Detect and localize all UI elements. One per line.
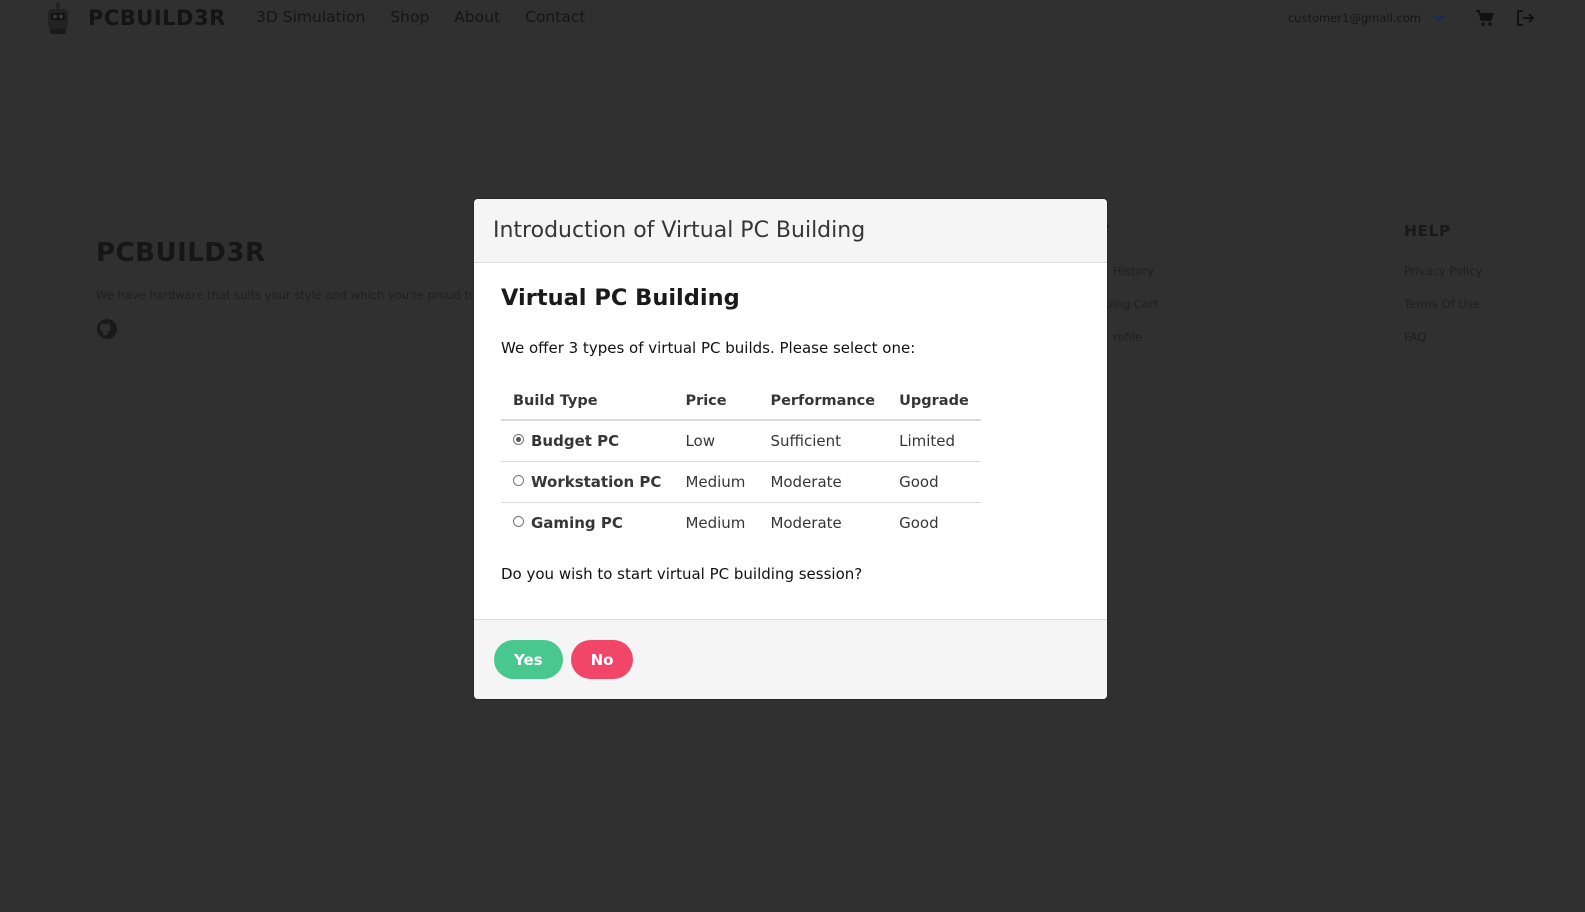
table-header-row: Build Type Price Performance Upgrade [501,383,981,421]
radio-workstation-pc[interactable] [513,475,524,486]
content-heading: Virtual PC Building [501,285,740,311]
column-header-performance: Performance [758,383,888,421]
github-icon[interactable] [96,318,118,340]
column-header-upgrade: Upgrade [887,383,981,421]
footer-link-profile[interactable]: rofile [1113,330,1158,344]
logout-icon[interactable] [1515,8,1535,28]
upgrade-cell: Good [899,514,939,532]
brand-name: PCBUILD3R [88,6,226,30]
footer-brand: PCBUILD3R [96,238,266,268]
navbar: PCBUILD3R 3D Simulation Shop About Conta… [0,0,1585,40]
build-type-cell[interactable]: Gaming PC [501,503,673,544]
upgrade-cell: Good [887,461,981,503]
footer-link-faq[interactable]: FAQ [1404,330,1482,344]
radio-budget-pc[interactable] [513,434,524,445]
user-email-dropdown[interactable]: customer1@gmail.com [1288,11,1421,25]
performance-cell: Sufficient [758,420,888,462]
footer-link-privacy-policy[interactable]: Privacy Policy [1404,264,1482,278]
nav-link-contact[interactable]: Contact [525,8,585,26]
modal-body: Virtual PC Building We offer 3 types of … [474,263,1107,597]
performance-cell: Moderate [758,461,888,503]
table-row[interactable]: Gaming PC Medium Moderate Good [501,503,981,544]
build-type-label: Budget PC [531,432,620,450]
nav-links: 3D Simulation Shop About Contact [256,8,585,26]
yes-button[interactable]: Yes [494,640,563,679]
build-type-cell[interactable]: Workstation PC [501,461,674,503]
modal-title: Introduction of Virtual PC Building [493,218,866,243]
build-type-cell[interactable]: Budget PC [501,420,674,462]
price-cell: Low [673,420,759,462]
chevron-down-icon[interactable] [1431,12,1447,24]
nav-right: customer1@gmail.com [1288,8,1535,28]
modal-header: Introduction of Virtual PC Building [474,199,1107,263]
table-row[interactable]: Budget PC Low Sufficient Limited [501,420,981,462]
robot-logo-icon [48,3,68,34]
no-button[interactable]: No [570,640,634,679]
nav-link-3d-simulation[interactable]: 3D Simulation [256,8,365,26]
price-cell: Medium [673,461,759,503]
radio-gaming-pc[interactable] [513,516,524,527]
build-type-label: Gaming PC [531,514,623,532]
nav-link-about[interactable]: About [454,8,500,26]
footer-help-heading: HELP [1404,222,1451,240]
footer-link-order-history[interactable]: History [1113,264,1158,278]
intro-modal: Introduction of Virtual PC Building Virt… [474,199,1107,699]
build-type-table: Build Type Price Performance Upgrade Bud… [501,383,981,543]
upgrade-cell: Limited [887,420,981,462]
table-row[interactable]: Workstation PC Medium Moderate Good [501,461,981,503]
start-session-question: Do you wish to start virtual PC building… [501,565,863,583]
intro-text: We offer 3 types of virtual PC builds. P… [501,339,916,357]
price-cell: Medium [685,514,746,532]
footer-tagline: We have hardware that suits your style a… [96,288,477,302]
footer-link-terms-of-use[interactable]: Terms Of Use [1404,297,1482,311]
build-type-label: Workstation PC [531,473,662,491]
column-header-build-type: Build Type [501,383,674,421]
modal-footer: Yes No [474,619,1107,699]
performance-cell: Moderate [770,514,842,532]
footer-help-column: HELP Privacy Policy Terms Of Use FAQ [1404,222,1482,363]
column-header-price: Price [673,383,759,421]
cart-icon[interactable] [1475,8,1495,28]
brand[interactable]: PCBUILD3R [44,0,226,36]
nav-link-shop[interactable]: Shop [390,8,429,26]
footer-link-shopping-cart[interactable]: ping Cart [1105,297,1158,311]
